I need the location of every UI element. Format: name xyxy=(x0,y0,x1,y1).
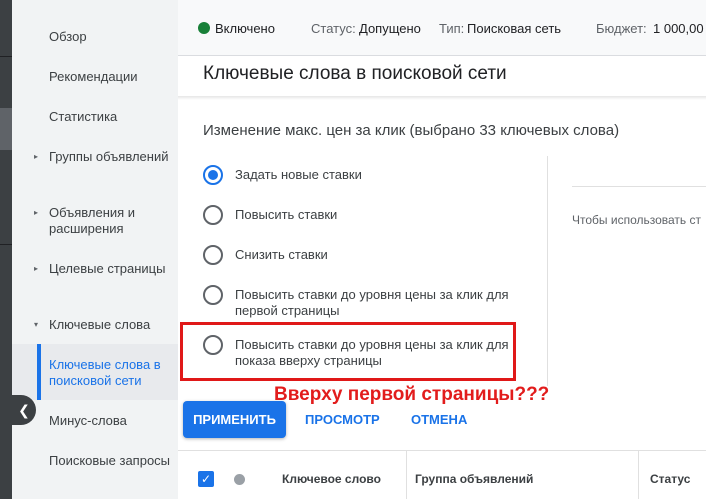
status-dot-icon xyxy=(234,474,245,485)
sidebar-item-label: Ключевые слова в поисковой сети xyxy=(49,357,161,388)
expand-arrow-icon: ▸ xyxy=(34,152,39,161)
sidebar-item-keywords[interactable]: ▾ Ключевые слова xyxy=(12,317,178,335)
sidebar-item-label: Поисковые запросы xyxy=(49,453,171,468)
right-panel-line xyxy=(572,186,706,187)
sidebar-item-label: Минус-слова xyxy=(49,413,127,428)
sidebar-item-search-keywords[interactable]: Ключевые слова в поисковой сети xyxy=(12,344,178,400)
column-header-status[interactable]: Статус xyxy=(650,472,690,486)
enabled-status-icon xyxy=(198,22,210,34)
type-label: Тип: xyxy=(439,21,465,36)
option-label: Повысить ставки до уровня цены за клик д… xyxy=(235,287,509,318)
sidebar-item-negative-keywords[interactable]: Минус-слова xyxy=(12,413,178,431)
radio-button[interactable] xyxy=(203,285,223,305)
sidebar-item-search-terms[interactable]: Поисковые запросы xyxy=(12,453,178,487)
table-header: ✓ Ключевое слово Группа объявлений Стату… xyxy=(178,451,706,499)
budget-label: Бюджет: xyxy=(596,21,647,36)
column-header-keyword[interactable]: Ключевое слово xyxy=(282,472,381,486)
column-separator xyxy=(406,451,407,499)
type-value: Поисковая сеть xyxy=(467,21,562,36)
sidebar-item-ads-extensions[interactable]: ▸ Объявления и расширения xyxy=(12,205,178,239)
right-panel-hint: Чтобы использовать ст xyxy=(572,213,701,227)
rail-divider xyxy=(0,244,12,245)
title-divider xyxy=(178,96,706,100)
active-indicator xyxy=(37,344,41,400)
page-title: Ключевые слова в поисковой сети xyxy=(203,63,507,84)
sidebar-item-recommendations[interactable]: Рекомендации xyxy=(12,69,178,87)
sidebar-nav: Обзор Рекомендации Статистика ▸ Группы о… xyxy=(12,0,178,499)
bid-change-heading: Изменение макс. цен за клик (выбрано 33 … xyxy=(203,122,620,139)
radio-button[interactable] xyxy=(203,165,223,185)
campaign-status-bar: Включено Статус: Допущено Тип: Поисковая… xyxy=(178,0,706,56)
sidebar-item-label: Группы объявлений xyxy=(49,149,169,164)
cancel-button[interactable]: ОТМЕНА xyxy=(411,412,467,427)
preview-button[interactable]: ПРОСМОТР xyxy=(305,412,380,427)
sidebar-item-statistics[interactable]: Статистика xyxy=(12,109,178,127)
panel-divider xyxy=(547,156,548,386)
expand-arrow-icon: ▸ xyxy=(34,208,39,217)
radio-button[interactable] xyxy=(203,245,223,265)
rail-divider xyxy=(0,56,12,57)
sidebar-item-overview[interactable]: Обзор xyxy=(12,29,178,47)
annotation-highlight-box xyxy=(180,322,516,381)
radio-button[interactable] xyxy=(203,205,223,225)
sidebar-item-label: Объявления и расширения xyxy=(49,205,136,236)
sidebar-item-label: Обзор xyxy=(49,29,87,44)
sidebar-item-label: Ключевые слова xyxy=(49,317,151,332)
sidebar-item-label: Целевые страницы xyxy=(49,261,166,276)
status-label: Статус: xyxy=(311,21,356,36)
sidebar-item-landing-pages[interactable]: ▸ Целевые страницы xyxy=(12,261,178,295)
column-separator xyxy=(638,451,639,499)
apply-button[interactable]: ПРИМЕНИТЬ xyxy=(183,401,286,438)
campaign-state[interactable]: Включено xyxy=(215,21,275,36)
option-label: Повысить ставки xyxy=(235,207,338,222)
annotation-text: Вверху первой страницы??? xyxy=(274,384,550,405)
sidebar-item-ad-groups[interactable]: ▸ Группы объявлений xyxy=(12,149,178,183)
rail-highlight xyxy=(0,108,12,150)
select-all-checkbox[interactable]: ✓ xyxy=(198,471,214,487)
option-label: Задать новые ставки xyxy=(235,167,362,182)
option-label: Снизить ставки xyxy=(235,247,328,262)
column-header-ad-group[interactable]: Группа объявлений xyxy=(415,472,533,486)
status-value: Допущено xyxy=(359,21,421,36)
sidebar-item-label: Статистика xyxy=(49,109,118,124)
chevron-left-icon: ❮ xyxy=(18,401,30,418)
sidebar-item-label: Рекомендации xyxy=(49,69,138,84)
expand-arrow-icon: ▸ xyxy=(34,264,39,273)
collapse-arrow-icon: ▾ xyxy=(34,320,39,329)
budget-value[interactable]: 1 000,00 ₽ xyxy=(653,21,706,37)
